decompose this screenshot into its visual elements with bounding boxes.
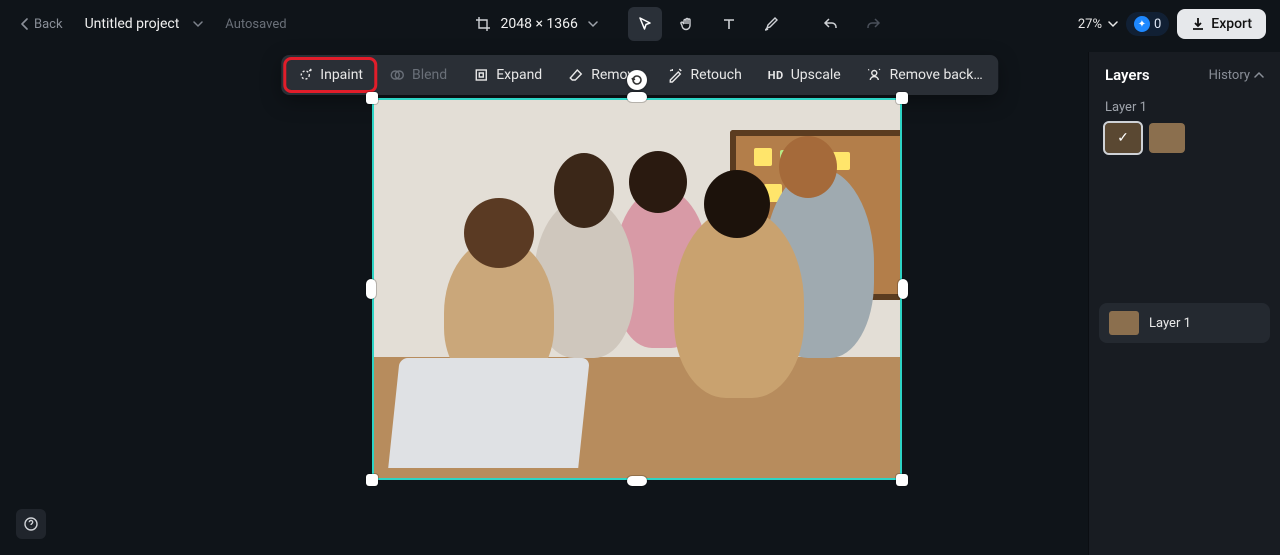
top-bar: Back Untitled project Autosaved 2048 × 1… [0,0,1280,48]
hd-icon: HD [768,69,784,82]
hand-tool[interactable] [670,7,704,41]
help-button[interactable] [16,509,46,539]
inpaint-button[interactable]: Inpaint [285,59,375,91]
blend-label: Blend [412,67,447,83]
credits-pill[interactable]: ✦ 0 [1126,12,1169,36]
check-icon: ✓ [1105,123,1141,153]
layer-group-name: Layer 1 [1089,94,1280,123]
blend-icon [389,67,405,83]
tab-history[interactable]: History [1209,68,1264,83]
resize-handle-mr[interactable] [898,279,908,299]
topbar-center: 2048 × 1366 [295,7,1070,41]
undo-button[interactable] [814,7,848,41]
zoom-control[interactable]: 27% [1078,17,1118,32]
redo-button[interactable] [856,7,890,41]
blend-button[interactable]: Blend [377,59,459,91]
layer-row[interactable]: Layer 1 [1099,303,1270,343]
resize-handle-br[interactable] [896,474,908,486]
rotate-handle[interactable] [627,70,647,90]
dimensions-dropdown-icon [588,20,598,28]
project-name[interactable]: Untitled project [85,16,180,32]
retouch-button[interactable]: Retouch [656,59,754,91]
resize-handle-mt[interactable] [627,92,647,102]
inpaint-icon [297,67,313,83]
zoom-value: 27% [1078,17,1102,32]
export-button[interactable]: Export [1177,9,1266,39]
credits-icon: ✦ [1134,16,1150,32]
tab-history-label: History [1209,68,1250,83]
credits-count: 0 [1154,17,1161,32]
layer-label: Layer 1 [1149,316,1191,331]
resize-handle-tl[interactable] [366,92,378,104]
upscale-button[interactable]: HD Upscale [756,59,853,91]
layer-variant-1[interactable]: ✓ [1105,123,1141,153]
chevron-left-icon [20,18,30,30]
layer-thumbnail [1109,311,1139,335]
image-content [374,100,900,478]
question-icon [24,517,38,531]
expand-icon [473,67,489,83]
remove-bg-icon [867,67,883,83]
select-tool[interactable] [628,7,662,41]
back-button[interactable]: Back [14,13,69,36]
right-panel: Layers History Layer 1 ✓ Layer 1 [1088,52,1280,555]
download-icon [1191,17,1205,31]
upscale-label: Upscale [791,67,841,83]
inpaint-label: Inpaint [320,67,363,83]
layer-variant-2[interactable] [1149,123,1185,153]
expand-label: Expand [496,67,542,83]
resize-handle-mb[interactable] [627,476,647,486]
retouch-label: Retouch [691,67,742,83]
panel-tabs: Layers History [1089,52,1280,94]
topbar-left: Back Untitled project Autosaved [14,13,287,36]
brush-tool[interactable] [754,7,788,41]
resize-handle-ml[interactable] [366,279,376,299]
remove-bg-label: Remove back… [890,67,983,83]
canvas-selection[interactable] [372,98,902,480]
topbar-right: 27% ✦ 0 Export [1078,9,1266,39]
layer-variant-thumbs: ✓ [1089,123,1280,153]
eraser-icon [568,67,584,83]
text-tool[interactable] [712,7,746,41]
canvas-dimensions[interactable]: 2048 × 1366 [475,16,598,32]
expand-button[interactable]: Expand [461,59,554,91]
retouch-icon [668,67,684,83]
autosave-status: Autosaved [225,17,286,32]
canvas-image[interactable] [372,98,902,480]
chevron-up-icon [1254,71,1264,79]
dimensions-text: 2048 × 1366 [501,16,578,32]
resize-handle-tr[interactable] [896,92,908,104]
back-label: Back [34,17,63,32]
resize-handle-bl[interactable] [366,474,378,486]
export-label: Export [1211,16,1252,32]
tab-layers[interactable]: Layers [1105,66,1150,84]
chevron-down-icon [1108,20,1118,28]
crop-icon [475,16,491,32]
project-dropdown[interactable] [193,20,203,28]
remove-background-button[interactable]: Remove back… [855,59,995,91]
